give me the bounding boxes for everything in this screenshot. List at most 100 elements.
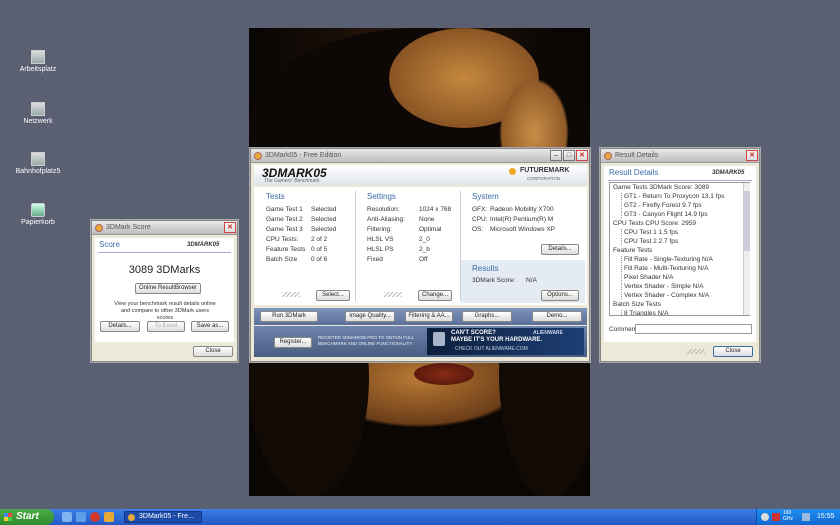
app-icon [604, 151, 612, 160]
online-resultbrowser-button[interactable]: Online ResultBrowser [135, 283, 201, 294]
tray-icon[interactable] [802, 513, 810, 521]
run-3dmark-button[interactable]: Run 3DMark [260, 311, 318, 322]
tray-icon[interactable] [761, 513, 769, 521]
details-button[interactable]: Details... [541, 244, 579, 255]
results-score-label: 3DMark Score: [472, 277, 516, 284]
tests-value: 0 of 5 [311, 246, 328, 253]
options-button[interactable]: Options... [541, 290, 579, 301]
desktop-icon-bahnhofplatz5[interactable]: Bahnhofplatz5 [13, 152, 63, 175]
system-value: Intel(R) Pentium(R) M [490, 216, 554, 223]
tests-label: Feature Tests [266, 246, 306, 253]
desktop-icon-label: Papierkorb [21, 219, 55, 226]
result-subitem[interactable]: Fill Rate - Single-Texturing N/A [621, 256, 713, 263]
settings-value: 1024 x 768 [419, 206, 452, 213]
desktop-icon-label: Arbeitsplatz [19, 66, 57, 73]
app-icon [95, 223, 103, 232]
settings-heading: Settings [367, 192, 396, 201]
result-subitem[interactable]: Fill Rate - Multi-Texturing N/A [621, 265, 709, 272]
desktop-icon-papierkorb[interactable]: Papierkorb [13, 203, 63, 226]
ad-brand: ALIENWARE [533, 330, 563, 336]
result-category[interactable]: Feature Tests [613, 247, 652, 254]
result-category[interactable]: Game Tests 3DMark Score: 3089 [613, 184, 709, 191]
clock: 15:55 [817, 513, 835, 520]
comment-label: Commen [609, 326, 636, 333]
result-subitem[interactable]: CPU Test 1 1.5 fps [621, 229, 678, 236]
close-icon[interactable]: ✕ [224, 222, 236, 233]
futuremark-logo-icon [509, 168, 516, 175]
image-quality-button[interactable]: Image Quality... [345, 311, 395, 322]
settings-value: Off [419, 256, 428, 263]
quicklaunch-icon[interactable] [104, 512, 114, 522]
scrollbar[interactable] [743, 183, 750, 315]
maximize-icon[interactable]: □ [563, 150, 575, 161]
result-subitem[interactable]: GT1 - Return To Proxycon 13.1 fps [621, 193, 724, 200]
start-button[interactable]: Start [0, 509, 54, 525]
close-icon[interactable]: ✕ [746, 150, 758, 161]
close-icon[interactable]: ✕ [576, 150, 588, 161]
score-window-titlebar[interactable]: 3DMark Score ✕ [92, 221, 237, 235]
divider [608, 180, 752, 181]
main-window-titlebar[interactable]: 3DMark05 - Free Edition – □ ✕ [251, 149, 589, 163]
details-button[interactable]: Details... [100, 321, 140, 332]
internet-explorer-icon[interactable] [76, 512, 86, 522]
score-value: 3089 3DMarks [128, 264, 201, 276]
desktop-icon-arbeitsplatz[interactable]: Arbeitsplatz [13, 50, 63, 73]
result-subitem[interactable]: Vertex Shader - Simple N/A [621, 283, 703, 290]
result-panel: Result Details 3DMARK05 Game Tests 3DMar… [604, 166, 756, 342]
tagline: The Gamers' Benchmark [264, 178, 320, 184]
result-subitem[interactable]: Vertex Shader - Complex N/A [621, 292, 709, 299]
result-subitem[interactable]: Pixel Shader N/A [621, 274, 674, 281]
demo-button[interactable]: Demo... [532, 311, 582, 322]
alienware-ad[interactable]: CAN'T SCORE? MAYBE IT'S YOUR HARDWARE. C… [427, 328, 584, 355]
system-value: Microsoft Windows XP [490, 226, 556, 233]
computer-icon [31, 50, 45, 64]
network-computer-icon [31, 152, 45, 166]
result-subitem[interactable]: CPU Test 2 2.7 fps [621, 238, 678, 245]
brand-name: FUTUREMARK [520, 167, 570, 174]
close-button[interactable]: Close [713, 346, 753, 357]
tray-icon[interactable] [772, 513, 780, 521]
settings-value: Optimal [419, 226, 442, 233]
desktop-icon-label: Bahnhofplatz5 [15, 168, 61, 175]
show-desktop-icon[interactable] [62, 512, 72, 522]
settings-label: Anti-Aliasing: [367, 216, 405, 223]
result-window-titlebar[interactable]: Result Details ✕ [601, 149, 759, 163]
system-tray: 160 GHz 15:55 [756, 509, 840, 525]
scrollbar-thumb[interactable] [744, 191, 750, 251]
taskbar-item-3dmark[interactable]: 3DMark05 - Fre... [124, 511, 202, 523]
app-icon [254, 151, 262, 160]
filtering-aa-button[interactable]: Filtering & AA... [405, 311, 453, 322]
save-as-button[interactable]: Save as... [191, 321, 229, 332]
windows-logo-icon [4, 513, 12, 521]
close-button[interactable]: Close [193, 346, 233, 357]
computer-case-icon [433, 332, 445, 346]
results-heading: Results [472, 264, 499, 273]
result-subitem[interactable]: GT3 - Canyon Flight 14.9 fps [621, 211, 707, 218]
settings-label: HLSL VS [367, 236, 394, 243]
system-label: CPU: [472, 216, 488, 223]
resize-grip [282, 292, 300, 297]
minimize-icon[interactable]: – [550, 150, 562, 161]
result-details-window: Result Details ✕ Result Details 3DMARK05… [600, 148, 760, 362]
tests-label: CPU Tests: [266, 236, 299, 243]
graphs-button[interactable]: Graphs... [462, 311, 512, 322]
to-excel-button[interactable]: To Excel [147, 321, 185, 332]
change-button[interactable]: Change... [418, 290, 452, 301]
taskbar: Start 3DMark05 - Fre... 160 GHz 15:55 [0, 509, 840, 525]
media-player-icon[interactable] [90, 512, 100, 522]
register-button[interactable]: Register... [274, 337, 312, 348]
score-window: 3DMark Score ✕ Score 3DMARK05 3089 3DMar… [91, 220, 238, 362]
header-banner: 3DMARK05 The Gamers' Benchmark FUTUREMAR… [254, 165, 587, 185]
comment-input[interactable] [635, 324, 752, 334]
desktop-icon-netzwerk[interactable]: Netzwerk [13, 102, 63, 125]
select-button[interactable]: Select... [316, 290, 350, 301]
toolbar: Run 3DMark Image Quality... Filtering & … [254, 308, 587, 325]
result-category[interactable]: Batch Size Tests [613, 301, 661, 308]
app-icon [128, 514, 135, 521]
result-subitem[interactable]: 8 Triangles N/A [621, 310, 668, 315]
result-subitem[interactable]: GT2 - Firefly Forest 9.7 fps [621, 202, 702, 209]
tests-label: Game Test 1 [266, 206, 303, 213]
result-tree[interactable]: Game Tests 3DMark Score: 3089 GT1 - Retur… [609, 182, 750, 316]
result-category[interactable]: CPU Tests CPU Score: 2959 [613, 220, 696, 227]
settings-value: 2_0 [419, 236, 430, 243]
